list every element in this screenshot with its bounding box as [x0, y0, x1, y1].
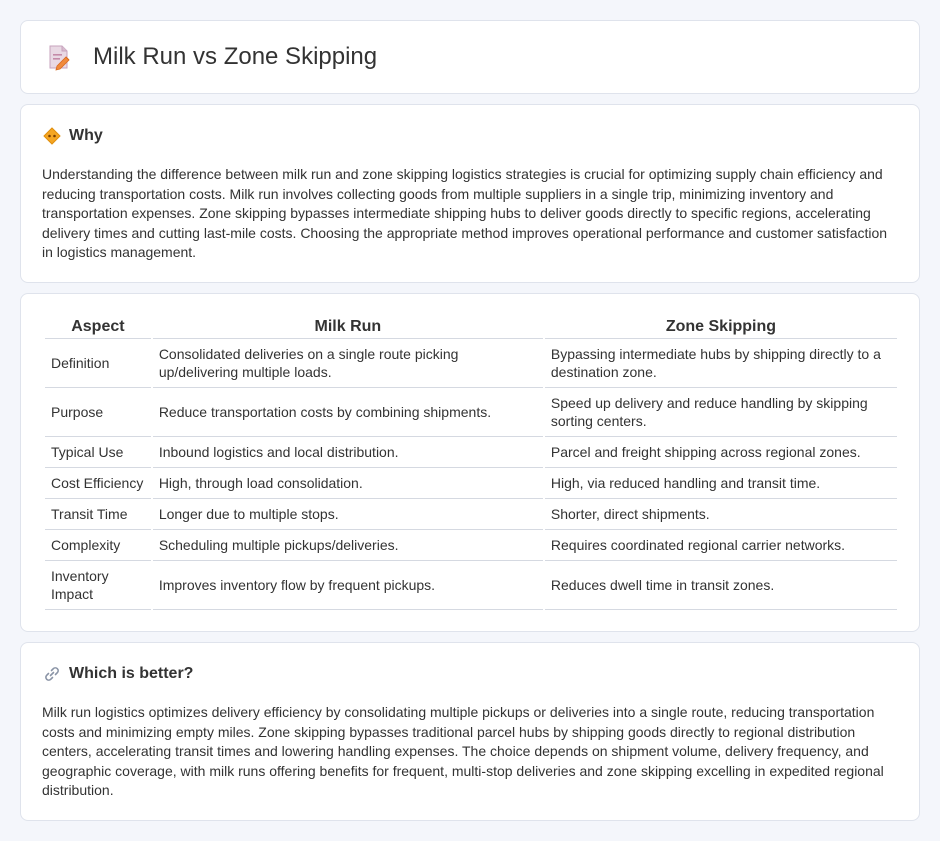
zone-skipping-cell: Reduces dwell time in transit zones. — [544, 561, 897, 610]
document-pencil-icon — [49, 45, 70, 71]
title-card: Milk Run vs Zone Skipping — [20, 20, 920, 94]
milk-run-cell: Scheduling multiple pickups/deliveries. — [152, 530, 543, 561]
zone-skipping-cell: Requires coordinated regional carrier ne… — [544, 530, 897, 561]
aspect-cell: Cost Efficiency — [45, 468, 151, 499]
column-header-zone-skipping: Zone Skipping — [544, 316, 897, 339]
zone-skipping-cell: Speed up delivery and reduce handling by… — [544, 388, 897, 437]
table-row: Transit Time Longer due to multiple stop… — [45, 499, 897, 530]
aspect-cell: Inventory Impact — [45, 561, 151, 610]
aspect-cell: Transit Time — [45, 499, 151, 530]
diamond-warning-icon — [43, 127, 61, 145]
milk-run-cell: Consolidated deliveries on a single rout… — [152, 339, 543, 388]
table-row: Inventory Impact Improves inventory flow… — [45, 561, 897, 610]
link-icon — [45, 667, 59, 681]
milk-run-cell: Longer due to multiple stops. — [152, 499, 543, 530]
zone-skipping-cell: Parcel and freight shipping across regio… — [544, 437, 897, 468]
zone-skipping-cell: Bypassing intermediate hubs by shipping … — [544, 339, 897, 388]
comparison-section: Aspect Milk Run Zone Skipping Definition… — [20, 293, 920, 632]
why-heading-row: Why — [43, 127, 103, 145]
title-wrap: Milk Run vs Zone Skipping — [45, 43, 377, 71]
better-heading-row: Which is better? — [43, 665, 193, 683]
table-header-row: Aspect Milk Run Zone Skipping — [45, 316, 897, 339]
zone-skipping-cell: High, via reduced handling and transit t… — [544, 468, 897, 499]
better-heading: Which is better? — [69, 665, 194, 682]
table-row: Purpose Reduce transportation costs by c… — [45, 388, 897, 437]
comparison-table: Aspect Milk Run Zone Skipping Definition… — [43, 316, 899, 610]
zone-skipping-cell: Shorter, direct shipments. — [544, 499, 897, 530]
aspect-cell: Typical Use — [45, 437, 151, 468]
page-title: Milk Run vs Zone Skipping — [93, 43, 378, 70]
column-header-milk-run: Milk Run — [152, 316, 543, 339]
milk-run-cell: Inbound logistics and local distribution… — [152, 437, 543, 468]
table-row: Complexity Scheduling multiple pickups/d… — [45, 530, 897, 561]
milk-run-cell: High, through load consolidation. — [152, 468, 543, 499]
table-row: Typical Use Inbound logistics and local … — [45, 437, 897, 468]
aspect-cell: Complexity — [45, 530, 151, 561]
milk-run-cell: Reduce transportation costs by combining… — [152, 388, 543, 437]
why-text: Understanding the difference between mil… — [42, 166, 888, 261]
aspect-cell: Purpose — [45, 388, 151, 437]
column-header-aspect: Aspect — [45, 316, 151, 339]
aspect-cell: Definition — [45, 339, 151, 388]
better-text: Milk run logistics optimizes delivery ef… — [42, 704, 884, 799]
which-is-better-section: Which is better? Milk run logistics opti… — [20, 642, 920, 821]
why-heading: Why — [69, 127, 103, 144]
table-row: Cost Efficiency High, through load conso… — [45, 468, 897, 499]
why-section: Why Understanding the difference between… — [20, 104, 920, 283]
milk-run-cell: Improves inventory flow by frequent pick… — [152, 561, 543, 610]
table-row: Definition Consolidated deliveries on a … — [45, 339, 897, 388]
